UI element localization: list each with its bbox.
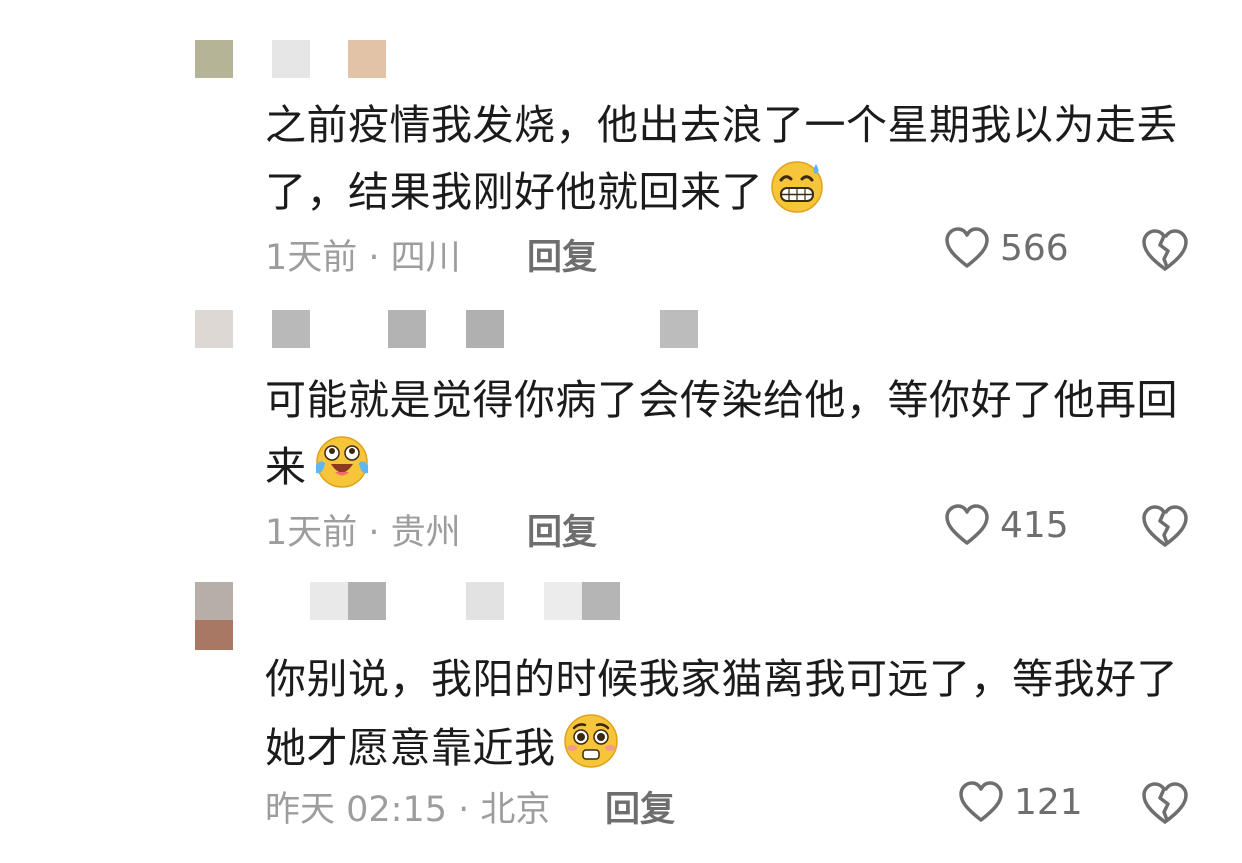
comment-time: 1天前 (265, 238, 358, 278)
broken-heart-icon (1142, 782, 1188, 824)
meta-separator: · (357, 238, 391, 278)
comment-location: 四川 (390, 238, 461, 278)
comment-body: 你别说，我阳的时候我家猫离我可远了，等我好了她才愿意靠近我 (265, 655, 1178, 772)
heart-icon (945, 504, 989, 545)
pleading-emoji (562, 712, 620, 789)
dislike-button[interactable] (1140, 227, 1190, 277)
comment-text: 之前疫情我发烧，他出去浪了一个星期我以为走丢了，结果我刚好他就回来了 (265, 92, 1185, 233)
comment-text: 你别说，我阳的时候我家猫离我可远了，等我好了她才愿意靠近我 (265, 646, 1185, 789)
crying-laughing-emoji (313, 433, 371, 508)
broken-heart-icon (1142, 229, 1188, 271)
like-count: 121 (1014, 781, 1083, 823)
comment-location: 贵州 (390, 513, 461, 553)
dislike-button[interactable] (1140, 780, 1190, 830)
grinning-sweat-emoji (769, 158, 825, 233)
comment-meta: 1天前 · 贵州 (265, 504, 461, 555)
comment-text: 可能就是觉得你病了会传染给他，等你好了他再回来 (265, 367, 1185, 508)
comment-body: 之前疫情我发烧，他出去浪了一个星期我以为走丢了，结果我刚好他就回来了 (265, 101, 1178, 216)
reply-button[interactable]: 回复 (527, 504, 597, 555)
like-count: 566 (1000, 227, 1069, 269)
reply-button[interactable]: 回复 (605, 781, 675, 832)
comment-meta: 昨天 02:15 · 北京 (265, 781, 550, 832)
broken-heart-icon (1142, 505, 1188, 547)
dislike-button[interactable] (1140, 503, 1190, 553)
like-button[interactable]: 566 (944, 226, 1069, 270)
heart-icon (959, 781, 1003, 822)
comment-location: 北京 (480, 790, 551, 830)
heart-icon (945, 227, 989, 268)
comment-time: 1天前 (265, 513, 358, 553)
comment-meta: 1天前 · 四川 (265, 229, 461, 280)
meta-separator: · (447, 790, 481, 830)
like-count: 415 (1000, 504, 1069, 546)
reply-button[interactable]: 回复 (527, 229, 597, 280)
like-button[interactable]: 415 (944, 503, 1069, 547)
like-button[interactable]: 121 (958, 780, 1083, 824)
comment-body: 可能就是觉得你病了会传染给他，等你好了他再回来 (265, 376, 1178, 491)
comment-time: 昨天 02:15 (265, 790, 447, 830)
meta-separator: · (357, 513, 391, 553)
